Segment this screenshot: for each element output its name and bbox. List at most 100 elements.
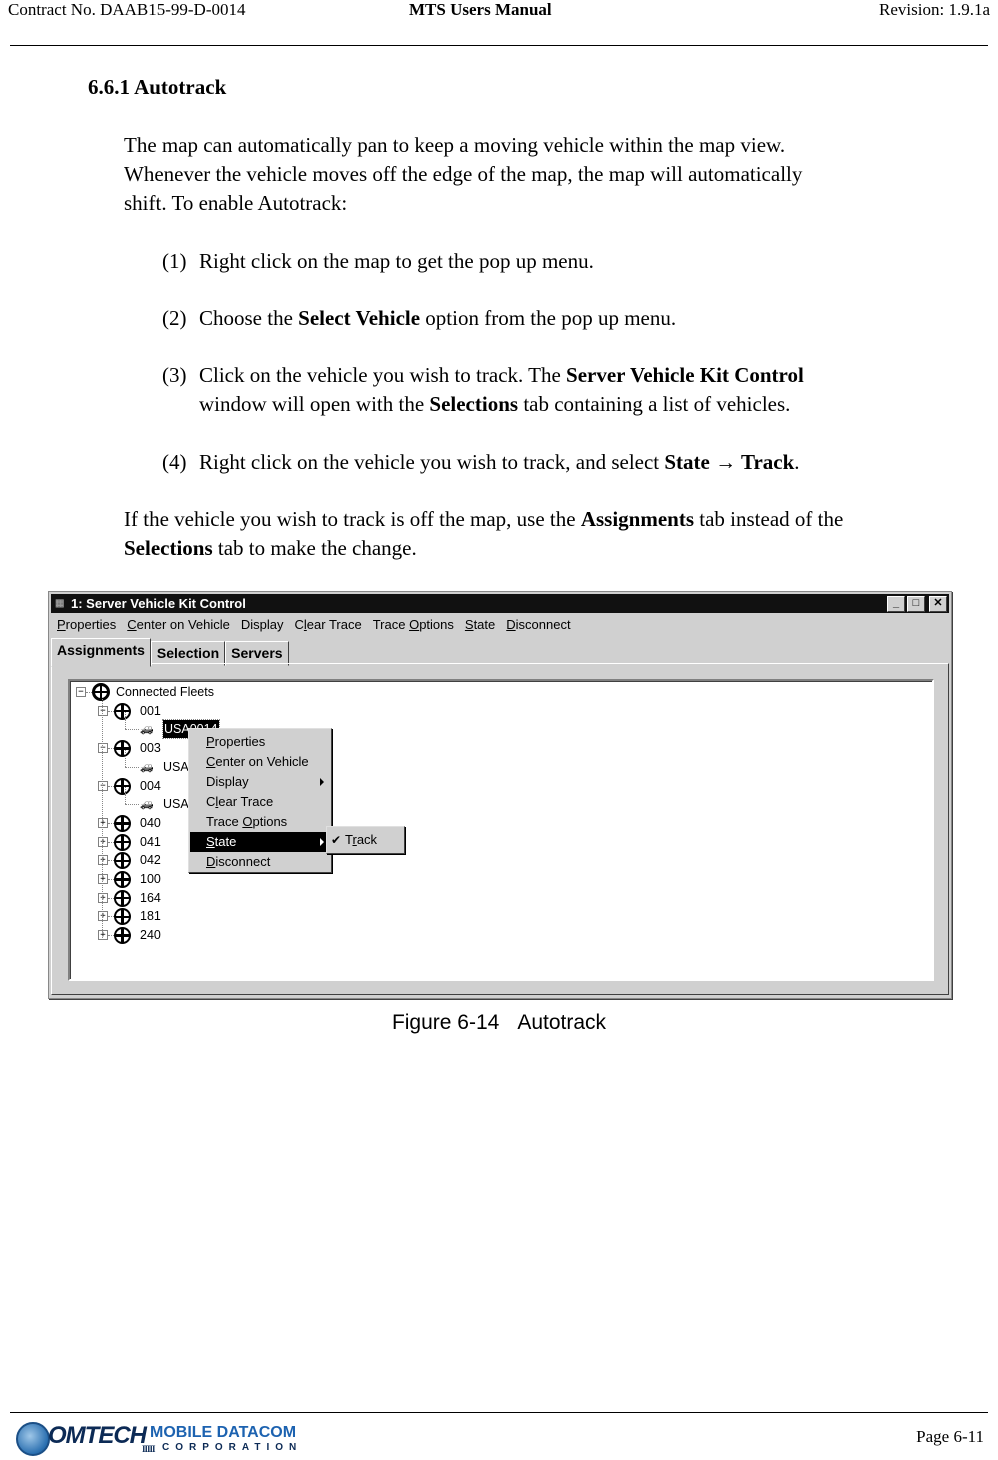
window-titlebar[interactable]: ▦ 1: Server Vehicle Kit Control _ □ ✕ xyxy=(51,594,949,613)
vehicle-icon: 🚙 xyxy=(140,798,154,811)
step-bold: State xyxy=(664,450,710,474)
maximize-button[interactable]: □ xyxy=(907,596,925,612)
step-bold: Server Vehicle Kit Control xyxy=(566,363,804,387)
step-3: (3) Click on the vehicle you wish to trac… xyxy=(162,361,982,419)
logo-bars: IIIII xyxy=(142,1444,155,1454)
minimize-button[interactable]: _ xyxy=(887,596,905,612)
menu-label: Display xyxy=(240,617,284,632)
collapse-icon[interactable]: − xyxy=(98,705,108,716)
vehicle-icon: 🚙 xyxy=(140,723,154,736)
menu-state[interactable]: State xyxy=(461,616,502,634)
menu-trace-options[interactable]: Trace Options xyxy=(369,616,461,634)
close-button[interactable]: ✕ xyxy=(929,596,947,612)
vehicle-label: USA xyxy=(163,759,189,774)
menu-label: isconnect xyxy=(215,854,271,869)
state-submenu: ✔ Track xyxy=(326,826,405,854)
menu-display[interactable]: Display xyxy=(237,616,291,634)
collapse-icon[interactable]: − xyxy=(98,780,108,791)
menu-label: C xyxy=(294,617,304,632)
expand-icon[interactable]: + xyxy=(98,911,108,922)
tree-connector xyxy=(125,766,139,768)
step-text: Click on the vehicle you wish to track. … xyxy=(199,363,567,387)
tree-label: 042 xyxy=(140,853,161,868)
contract-number: Contract No. DAAB15-99-D-0014 xyxy=(8,0,246,19)
menu-label: roperties xyxy=(214,734,266,749)
mnemonic: S xyxy=(464,617,474,632)
tree-label: 041 xyxy=(140,834,161,849)
tree-connector xyxy=(108,785,114,787)
tree-connector xyxy=(108,935,114,937)
step-2: (2) Choose the Select Vehicle option from… xyxy=(162,304,982,333)
context-menu-item-trace-options[interactable]: Trace Options xyxy=(190,812,330,832)
tree-root[interactable]: − Connected Fleets xyxy=(70,683,370,701)
menu-label: ack xyxy=(356,832,378,847)
expand-icon[interactable]: + xyxy=(98,836,108,847)
menu-bar: Properties Center on Vehicle Display Cle… xyxy=(53,616,578,634)
note-text: tab to make the change. xyxy=(212,536,417,560)
fleet-icon xyxy=(114,871,131,888)
context-menu-item-disconnect[interactable]: Disconnect xyxy=(190,852,330,872)
context-menu: Properties Center on Vehicle Display Clear … xyxy=(188,728,332,873)
menu-label: tate xyxy=(214,834,237,849)
revision: Revision: 1.9.1a xyxy=(879,0,990,19)
expand-icon[interactable]: + xyxy=(98,892,108,903)
collapse-icon[interactable]: − xyxy=(98,743,108,754)
logo-corporation: CORPORATION xyxy=(162,1442,303,1453)
figure-number: Figure 6-14 xyxy=(391,1011,500,1034)
tree-connector xyxy=(125,729,139,731)
tree-label: Connected Fleets xyxy=(116,685,214,699)
tree-label: 003 xyxy=(140,741,161,756)
menu-label: enter on Vehicle xyxy=(136,617,230,632)
tree-connector xyxy=(108,897,114,899)
tree-label: 004 xyxy=(140,778,161,793)
logo-text: OMTECH xyxy=(48,1422,147,1449)
expand-icon[interactable]: + xyxy=(98,930,108,941)
context-menu-item-display[interactable]: Display xyxy=(190,772,330,792)
menu-properties[interactable]: Properties xyxy=(53,616,123,634)
note-paragraph: If the vehicle you wish to track is off … xyxy=(124,505,994,563)
step-number: (1) xyxy=(162,249,187,273)
tree-fleet-001[interactable]: − 001 xyxy=(70,702,270,720)
globe-icon xyxy=(16,1422,50,1456)
step-text: option from the pop up menu. xyxy=(420,306,677,330)
expand-icon[interactable]: + xyxy=(98,874,108,884)
tree-fleet-240[interactable]: +240 xyxy=(70,926,270,945)
menu-label: roperties xyxy=(65,617,117,632)
assignments-panel: −Connected Fleets−001🚙USA0014−003🚙USA−00… xyxy=(51,663,949,995)
menu-label: tate xyxy=(473,617,496,632)
vehicle-label: USA xyxy=(163,797,189,812)
fleet-icon xyxy=(114,833,131,851)
arrow-icon: → xyxy=(709,450,741,474)
context-menu-item-properties[interactable]: Properties xyxy=(190,732,330,752)
system-menu-icon[interactable]: ▦ xyxy=(55,598,67,609)
mnemonic: P xyxy=(206,734,215,749)
expand-icon[interactable]: + xyxy=(98,855,108,866)
menu-center-on-vehicle[interactable]: Center on Vehicle xyxy=(123,616,237,634)
tree-fleet-164[interactable]: +164 xyxy=(70,889,270,907)
collapse-icon[interactable]: − xyxy=(76,687,86,697)
menu-clear-trace[interactable]: Clear Trace xyxy=(291,616,369,634)
fleet-icon xyxy=(114,777,131,795)
context-menu-item-clear-trace[interactable]: Clear Trace xyxy=(190,792,330,812)
expand-icon[interactable]: + xyxy=(98,817,108,828)
tree-connector xyxy=(108,860,114,862)
context-menu-item-state[interactable]: State xyxy=(190,832,330,852)
menu-label: Trace xyxy=(372,617,410,632)
context-menu-item-center-on-vehicle[interactable]: Center on Vehicle xyxy=(190,752,330,772)
submenu-item-track[interactable]: Track xyxy=(345,827,377,853)
tree-connector xyxy=(86,692,92,693)
tab-assignments[interactable]: Assignments xyxy=(51,638,151,667)
tree-connector xyxy=(125,749,126,767)
tree-fleet-181[interactable]: +181 xyxy=(70,907,270,926)
tree-connector xyxy=(108,916,114,918)
menu-label: Trace xyxy=(206,814,243,829)
mnemonic: C xyxy=(206,754,216,769)
menu-disconnect[interactable]: Disconnect xyxy=(502,616,577,634)
mnemonic: C xyxy=(127,617,137,632)
submenu-arrow-icon xyxy=(320,778,324,786)
footer-divider xyxy=(10,1412,988,1413)
note-text: If the vehicle you wish to track is off … xyxy=(124,507,581,531)
tree-label: 001 xyxy=(140,703,161,718)
tree-label: 164 xyxy=(140,890,161,905)
tree-label: 040 xyxy=(140,815,161,830)
